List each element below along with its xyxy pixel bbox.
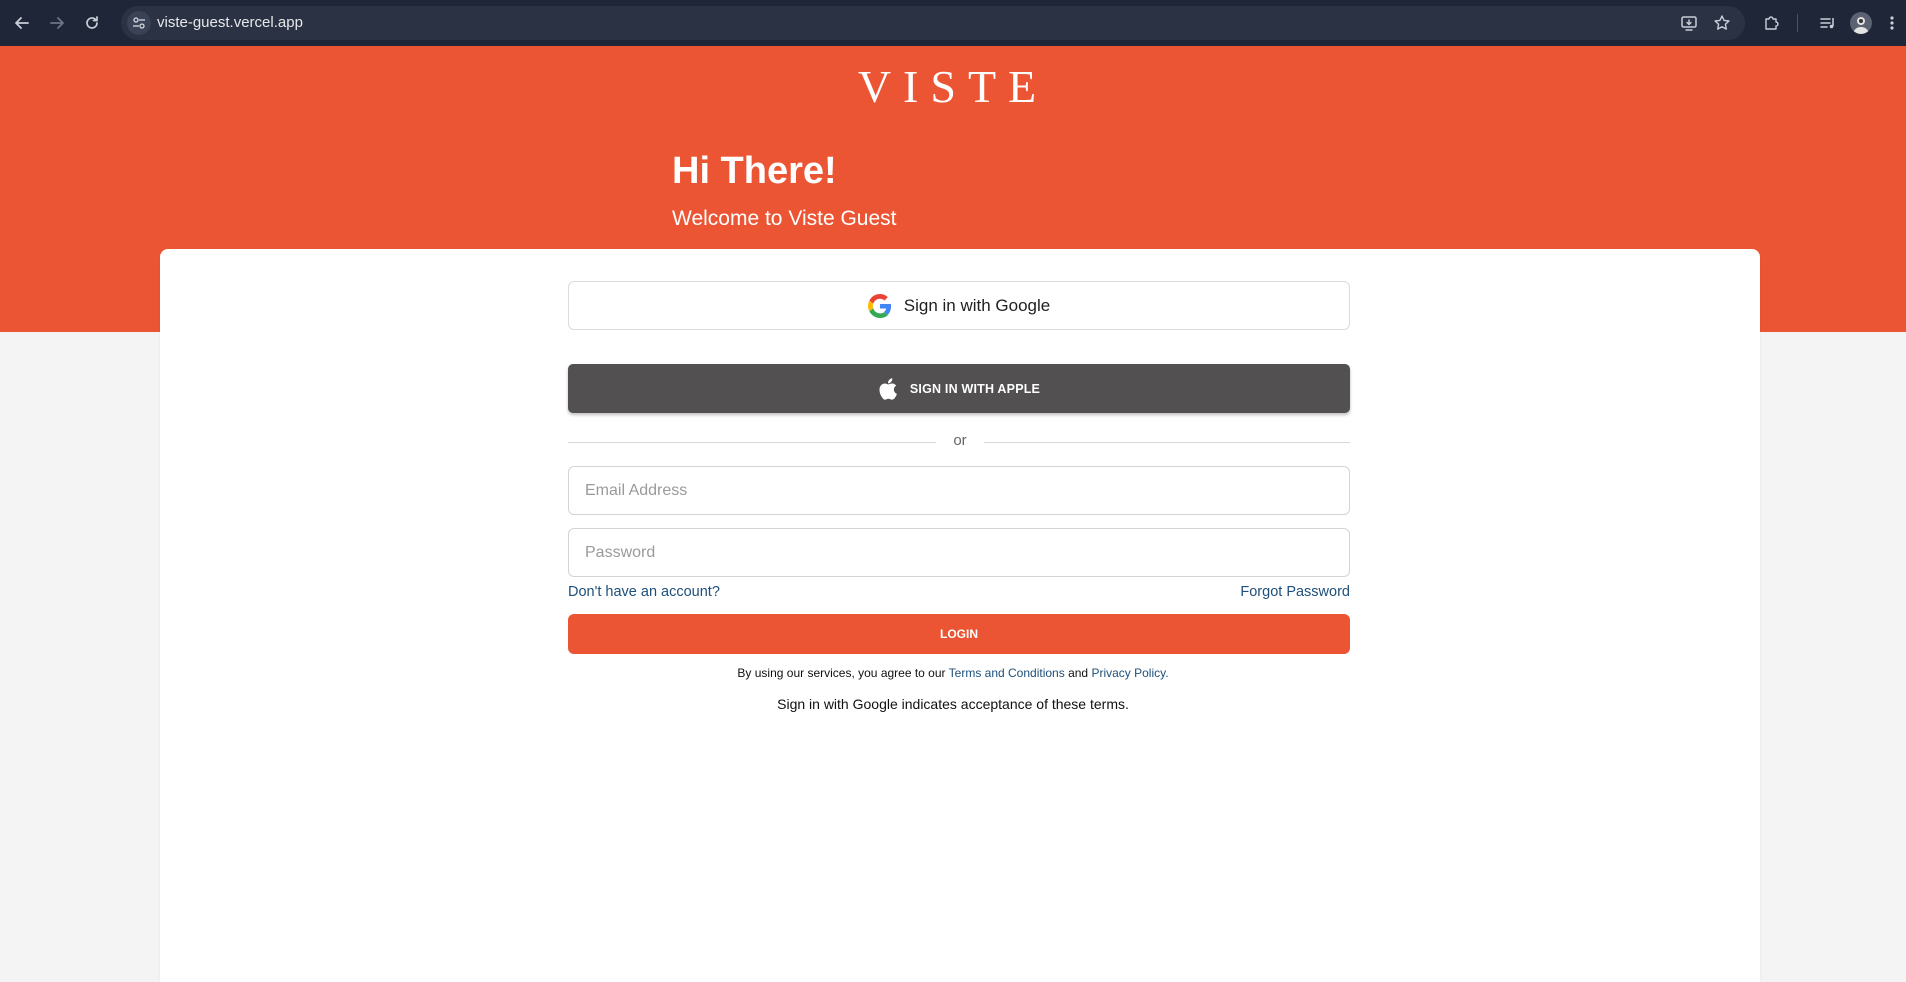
apple-icon [879,377,897,400]
url-text[interactable]: viste-guest.vercel.app [157,14,303,31]
page-subtitle: Welcome to Viste Guest [672,207,897,230]
media-queue-button[interactable] [1816,11,1840,35]
address-bar[interactable]: viste-guest.vercel.app [121,6,1745,40]
terms-and: and [1068,666,1089,680]
reload-icon [86,16,98,29]
forgot-password-link[interactable]: Forgot Password [1240,584,1350,600]
viste-logo: VISTE [857,61,1049,112]
email-field[interactable] [568,466,1350,515]
login-button[interactable]: LOGIN [568,614,1350,654]
google-sign-in-button[interactable]: Sign in with Google [568,281,1350,330]
arrow-left-icon [15,17,29,29]
browser-menu-button[interactable] [1884,11,1900,35]
password-field[interactable] [568,528,1350,577]
install-app-icon [1681,16,1697,31]
puzzle-icon [1765,16,1779,30]
divider-or-text: or [953,432,967,449]
google-terms-note: Sign in with Google indicates acceptance… [777,696,1129,712]
terms-notice: By using our services, you agree to our … [0,666,1906,680]
extensions-button[interactable] [1760,11,1784,35]
page-title: Hi There! [672,150,837,192]
avatar[interactable] [1850,12,1872,34]
install-app-button[interactable] [1677,11,1701,35]
media-queue-icon [1820,18,1834,29]
profile-avatar-icon [1853,17,1869,34]
forward-button[interactable] [45,11,69,35]
terms-link[interactable]: Terms and Conditions [949,666,1065,680]
google-icon [867,293,891,318]
star-icon [1714,15,1730,30]
browser-toolbar: viste-guest.vercel.app [0,0,1906,47]
kebab-menu-icon [1890,16,1894,30]
terms-prefix: By using our services, you agree to our [737,666,946,680]
divider-right [984,442,1350,443]
toolbar-separator [1797,14,1798,32]
tune-icon [133,17,145,29]
arrow-right-icon [50,17,64,29]
apple-sign-in-button[interactable]: SIGN IN WITH APPLE [568,364,1350,413]
bookmark-button[interactable] [1710,11,1734,35]
login-button-label: LOGIN [940,627,978,641]
apple-sign-in-label: SIGN IN WITH APPLE [909,381,1041,396]
site-info-button[interactable] [127,11,151,35]
privacy-link[interactable]: Privacy Policy. [1091,666,1168,680]
signup-link[interactable]: Don't have an account? [568,584,720,600]
back-button[interactable] [10,11,34,35]
google-sign-in-label: Sign in with Google [903,295,1051,315]
divider-left [568,442,936,443]
reload-button[interactable] [80,11,104,35]
